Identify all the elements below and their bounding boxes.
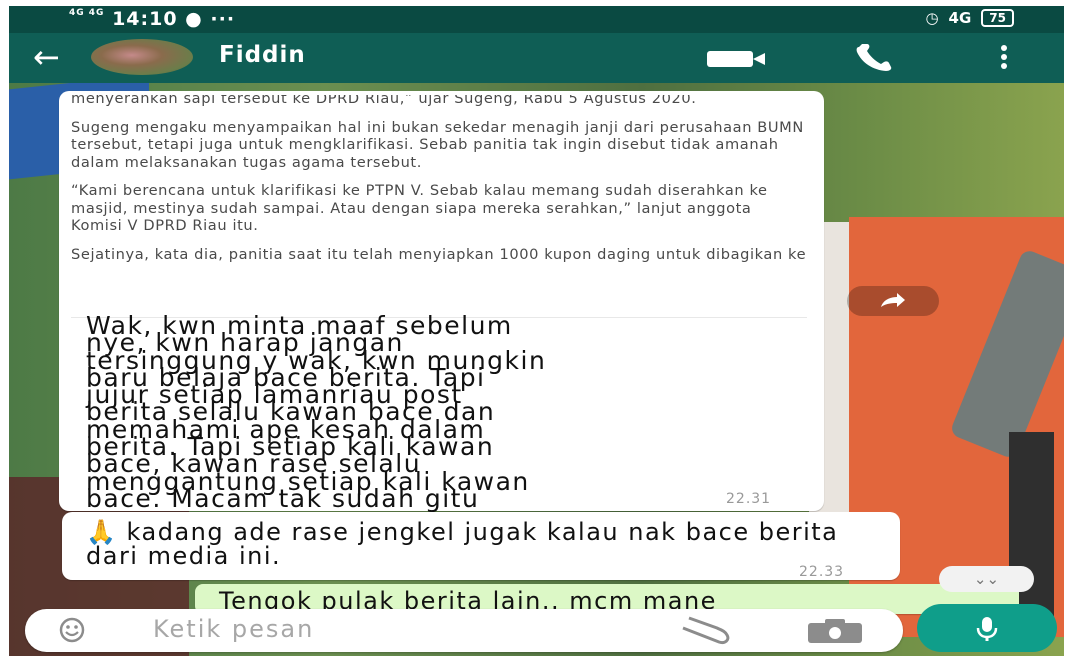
message-text: 🙏 kadang ade rase jengkel jugak kalau na… (86, 518, 839, 570)
status-right: ◷ 4G 75 (925, 9, 1014, 27)
voice-message-button[interactable] (917, 604, 1057, 652)
article-paragraph: menyerahkan sapi tersebut ke DPRD Riau,”… (71, 95, 697, 107)
chevron-down-icon: ⌄⌄ (973, 570, 1000, 588)
status-bar: 4G 4G 14:10 ● ··· ◷ 4G 75 (9, 6, 1064, 33)
incoming-message[interactable]: 🙏 kadang ade rase jengkel jugak kalau na… (62, 512, 900, 580)
microphone-icon (976, 617, 998, 641)
quoted-article[interactable]: menyerahkan sapi tersebut ke DPRD Riau,”… (71, 95, 807, 318)
message-text: Wak, kwn minta maaf sebelum nye, kwn har… (86, 311, 547, 513)
camera-icon[interactable] (805, 617, 865, 645)
contact-name[interactable]: Fiddin (219, 42, 306, 68)
battery-icon: 75 (981, 9, 1014, 27)
scroll-down-button[interactable]: ⌄⌄ (939, 566, 1034, 592)
article-paragraph: Sejatinya, kata dia, panitia saat itu te… (71, 245, 807, 263)
video-call-icon[interactable] (707, 51, 765, 67)
incoming-message[interactable]: menyerahkan sapi tersebut ke DPRD Riau,”… (59, 91, 824, 511)
message-input[interactable]: Ketik pesan (153, 615, 314, 643)
forward-icon (881, 293, 905, 307)
message-input-bar[interactable]: Ketik pesan (25, 609, 903, 652)
data-saver-icon: ● (185, 8, 203, 30)
message-time: 22.31 (726, 491, 772, 507)
forward-button[interactable] (847, 286, 939, 316)
avatar[interactable] (91, 39, 193, 75)
alarm-icon: ◷ (925, 9, 939, 27)
voice-call-icon[interactable] (853, 43, 903, 73)
signal-icon: 4G 4G (69, 8, 105, 18)
chat-screen: 4G 4G 14:10 ● ··· ◷ 4G 75 ← Fiddin menye… (9, 6, 1064, 656)
message-time: 22.33 (799, 564, 845, 580)
attach-icon[interactable] (675, 615, 737, 645)
status-time: 14:10 (112, 8, 178, 30)
emoji-icon[interactable] (59, 617, 85, 643)
status-left: 4G 4G 14:10 ● ··· (69, 8, 236, 30)
article-paragraph: “Kami berencana untuk klarifikasi ke PTP… (71, 182, 768, 234)
back-arrow-icon[interactable]: ← (33, 39, 60, 75)
network-label: 4G (948, 9, 972, 27)
more-options-icon[interactable] (999, 45, 1009, 71)
chat-header: ← Fiddin (9, 33, 1064, 83)
article-paragraph: Sugeng mengaku menyampaikan hal ini buka… (71, 118, 804, 171)
